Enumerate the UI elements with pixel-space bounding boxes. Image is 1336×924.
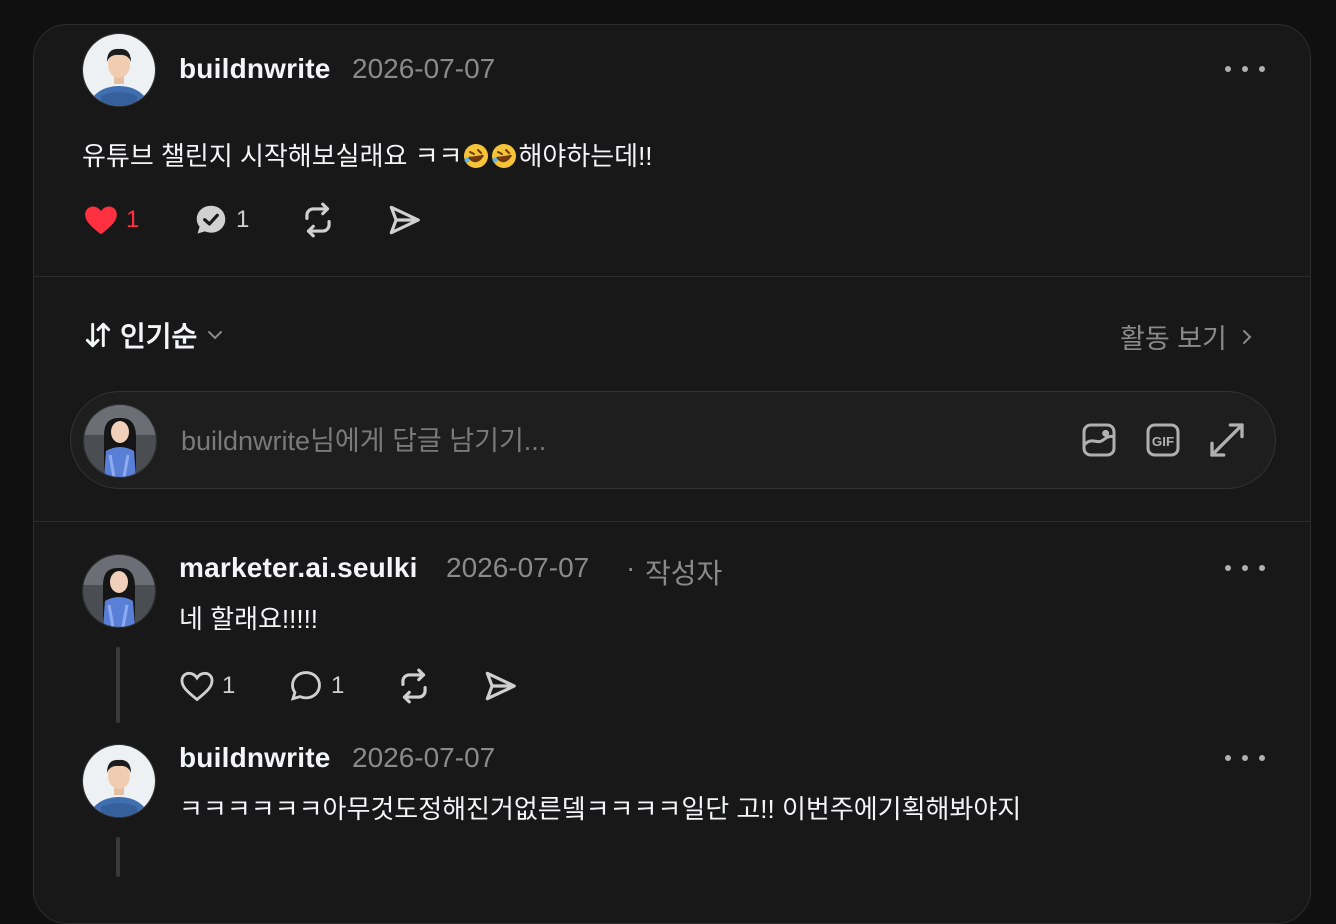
share-icon xyxy=(485,671,516,701)
gif-icon: GIF xyxy=(1146,423,1180,457)
comment-reply-count: 1 xyxy=(331,672,345,699)
comment-text: 네 할래요!!!!! xyxy=(179,604,319,634)
reply-text: ㅋㅋㅋㅋㅋㅋ아무것도정해진거없른뎈ㅋㅋㅋㅋ일단 고!! 이번주에기획해봐야지 xyxy=(179,794,1022,824)
sort-dropdown[interactable]: 인기순 xyxy=(82,315,227,355)
post-username[interactable]: buildnwrite xyxy=(179,53,331,85)
like-button[interactable]: 1 xyxy=(82,201,139,239)
thread-line xyxy=(116,647,120,723)
more-icon xyxy=(1225,66,1231,72)
comment-like-button[interactable]: 1 xyxy=(178,667,235,705)
comment-button[interactable]: 1 xyxy=(192,201,249,239)
sort-label: 인기순 xyxy=(120,321,198,352)
post-text-after: 해야하는데!! xyxy=(518,141,653,171)
rofl-emoji-icon xyxy=(490,142,518,170)
reply-more-button[interactable] xyxy=(1225,746,1265,770)
heart-icon xyxy=(180,671,214,702)
expand-icon xyxy=(1210,423,1244,457)
thread-line xyxy=(116,837,120,877)
comment-like-count: 1 xyxy=(222,672,236,699)
comment-separator: · xyxy=(626,552,636,583)
sort-icon xyxy=(85,322,111,348)
repost-button[interactable] xyxy=(299,201,337,239)
rofl-emoji-icon xyxy=(462,142,490,170)
reply-author-avatar[interactable] xyxy=(82,744,156,818)
repost-icon xyxy=(401,668,427,704)
post-text-before: 유튜브 챌린지 시작해보실래요 ㅋㅋ xyxy=(82,141,463,171)
author-tag: 작성자 xyxy=(645,558,723,589)
post-divider xyxy=(34,276,1310,277)
reply-composer: GIF xyxy=(70,391,1276,489)
view-activity-link[interactable]: 활동 보기 xyxy=(1120,317,1259,356)
view-activity-label: 활동 보기 xyxy=(1120,324,1227,354)
comment-more-button[interactable] xyxy=(1225,556,1265,580)
repost-icon xyxy=(305,202,331,238)
chevron-down-icon xyxy=(208,331,223,340)
post-author-avatar[interactable] xyxy=(82,33,156,107)
more-icon xyxy=(1225,565,1231,571)
comment-icon xyxy=(196,205,226,234)
chevron-right-icon xyxy=(1242,329,1252,344)
more-icon xyxy=(1225,755,1231,761)
gif-attach-button[interactable]: GIF xyxy=(1143,420,1183,460)
comment-icon xyxy=(290,671,321,701)
reply-username[interactable]: buildnwrite xyxy=(179,742,331,774)
heart-icon xyxy=(85,206,117,235)
comment-date: 2026-07-07 xyxy=(446,552,590,583)
share-icon xyxy=(389,205,420,235)
post-date: 2026-07-07 xyxy=(352,53,496,84)
thread-card: buildnwrite 2026-07-07 유튜브 챌린지 시작해보실래요 ㅋ… xyxy=(33,24,1311,924)
share-button[interactable] xyxy=(385,201,423,239)
current-user-avatar xyxy=(83,404,157,478)
comment-share-button[interactable] xyxy=(481,667,519,705)
comment-count: 1 xyxy=(236,206,250,233)
like-count: 1 xyxy=(126,206,140,233)
reply-input[interactable] xyxy=(179,418,1043,464)
comment-author-avatar[interactable] xyxy=(82,554,156,628)
comment-repost-button[interactable] xyxy=(395,667,433,705)
post-text: 유튜브 챌린지 시작해보실래요 ㅋㅋ 해야하는데!! xyxy=(82,136,653,173)
comment-reply-button[interactable]: 1 xyxy=(287,667,344,705)
reply-date: 2026-07-07 xyxy=(352,742,496,773)
image-attach-button[interactable] xyxy=(1079,420,1119,460)
post-more-button[interactable] xyxy=(1225,57,1265,81)
svg-text:GIF: GIF xyxy=(1152,434,1174,449)
expand-composer-button[interactable] xyxy=(1207,420,1247,460)
comment-username[interactable]: marketer.ai.seulki xyxy=(179,552,418,584)
composer-divider xyxy=(34,521,1310,522)
image-icon xyxy=(1082,423,1116,457)
